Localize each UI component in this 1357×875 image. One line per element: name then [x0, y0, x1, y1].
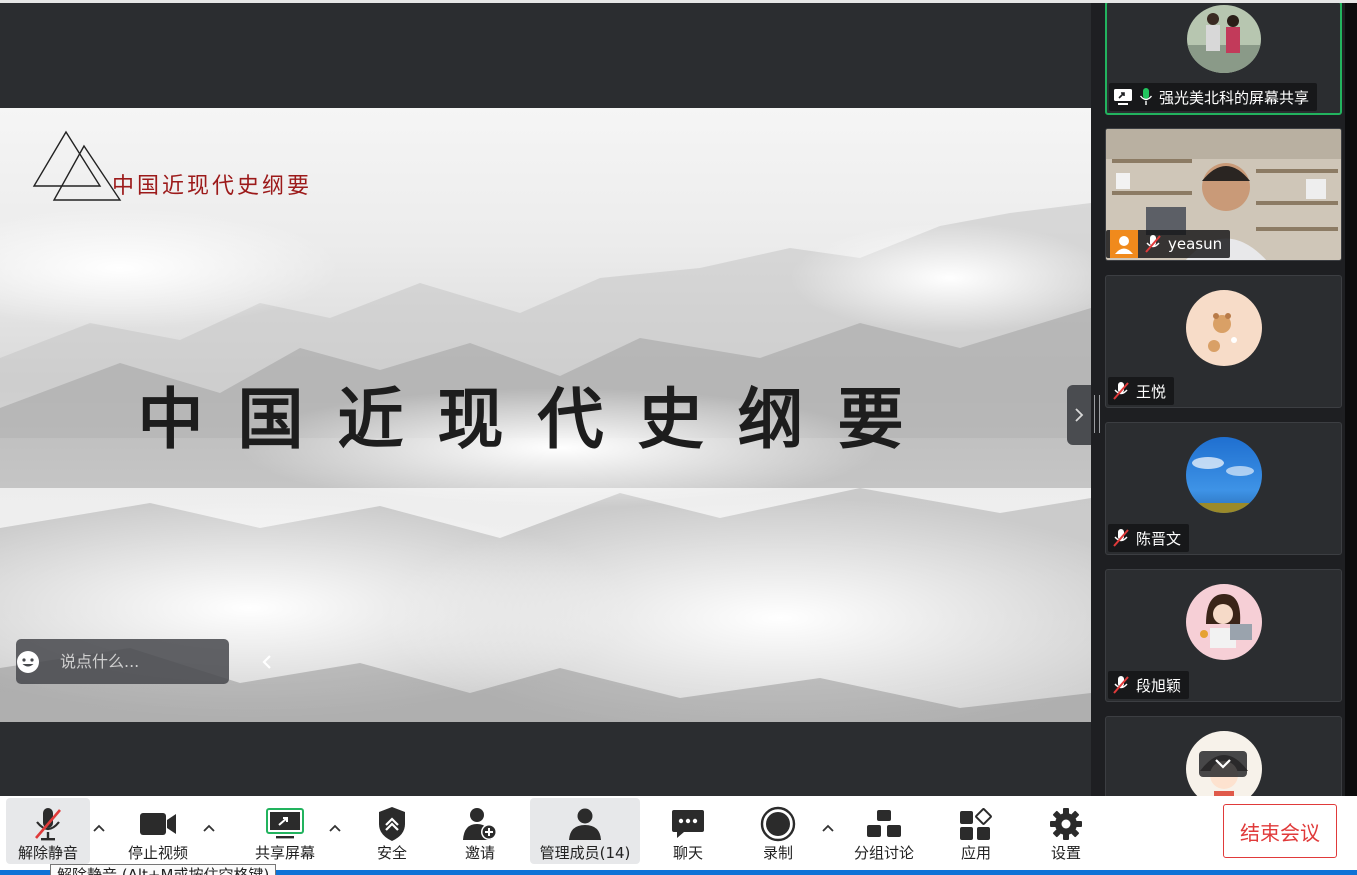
screen-share-icon	[1113, 88, 1133, 106]
participant-nameplate: 陈晋文	[1108, 524, 1190, 552]
scroll-down-button[interactable]	[1199, 751, 1247, 777]
breakout-rooms-label: 分组讨论	[853, 844, 914, 862]
share-screen-button[interactable]: 共享屏幕	[248, 798, 322, 864]
participants-panel: 强光美北科的屏幕共享 yeasun 王悦 陈晋文 段旭颖	[1091, 0, 1357, 796]
muted-microphone-icon	[1112, 381, 1130, 401]
settings-label: 设置	[1050, 844, 1081, 862]
chat-label: 聊天	[672, 844, 703, 862]
record-icon	[760, 804, 796, 844]
participant-nameplate: 强光美北科的屏幕共享	[1109, 83, 1318, 111]
muted-microphone-icon	[1112, 528, 1130, 548]
gear-icon	[1049, 804, 1083, 844]
invite-label: 邀请	[464, 844, 495, 862]
chat-input[interactable]	[40, 639, 260, 684]
participant-nameplate: 王悦	[1108, 377, 1175, 405]
share-screen-icon	[266, 804, 304, 844]
shield-icon	[377, 804, 407, 844]
apps-button[interactable]: 应用	[946, 798, 1006, 864]
microphone-icon	[1139, 87, 1153, 107]
participant-name: 王悦	[1136, 382, 1167, 401]
stop-video-label: 停止视频	[127, 844, 188, 862]
participant-tile[interactable]: 强光美北科的屏幕共享	[1105, 3, 1342, 115]
video-camera-icon	[139, 804, 177, 844]
share-screen-label: 共享屏幕	[254, 844, 315, 862]
security-button[interactable]: 安全	[362, 798, 422, 864]
share-options-caret[interactable]	[325, 818, 345, 838]
muted-microphone-icon	[1112, 675, 1130, 695]
breakout-rooms-icon	[866, 804, 902, 844]
video-options-caret[interactable]	[199, 818, 219, 838]
breakout-rooms-button[interactable]: 分组讨论	[846, 798, 922, 864]
presentation-slide: 中国近现代史纲要 中国近现代史纲要	[0, 108, 1091, 722]
participant-tile[interactable]: 段旭颖	[1105, 569, 1342, 702]
settings-button[interactable]: 设置	[1036, 798, 1096, 864]
muted-microphone-icon	[33, 804, 63, 844]
chevron-up-icon	[203, 824, 215, 832]
members-icon	[567, 804, 603, 844]
stop-video-button[interactable]: 停止视频	[118, 798, 198, 864]
security-label: 安全	[376, 844, 407, 862]
participant-tile[interactable]: 陈晋文	[1105, 422, 1342, 555]
unmute-label: 解除静音	[17, 844, 78, 862]
chat-bubble-icon	[671, 804, 705, 844]
chevron-up-icon	[329, 824, 341, 832]
participant-name: yeasun	[1168, 235, 1223, 253]
chevron-up-icon	[822, 824, 834, 832]
participant-photo	[1186, 5, 1261, 73]
chevron-right-icon	[1075, 408, 1084, 422]
panel-scrollbar[interactable]	[1345, 3, 1357, 796]
participant-avatar	[1185, 584, 1262, 660]
smiley-icon	[17, 650, 39, 673]
manage-members-button[interactable]: 管理成员(14)	[530, 798, 640, 864]
participant-name: 陈晋文	[1136, 529, 1182, 548]
slide-logo-text: 中国近现代史纲要	[112, 174, 313, 199]
apps-grid-icon	[959, 804, 993, 844]
participant-tile[interactable]: 王悦	[1105, 275, 1342, 408]
participant-name: 段旭颖	[1136, 676, 1182, 695]
participant-avatar	[1185, 437, 1262, 513]
meeting-window: 中国近现代史纲要 中国近现代史纲要 说点什么... 强光美北科的屏幕共享 yea…	[0, 0, 1357, 875]
triangle-logo-icon	[32, 130, 122, 201]
collapse-chat-button[interactable]	[260, 639, 274, 684]
unmute-tooltip: 解除静音 (Alt+M或按住空格键)	[50, 864, 277, 875]
panel-resize-handle[interactable]	[1094, 395, 1100, 433]
end-meeting-button[interactable]: 结束会议	[1223, 804, 1337, 858]
emoji-button[interactable]	[16, 639, 40, 684]
chevron-down-icon	[1215, 759, 1231, 769]
add-user-icon	[462, 804, 498, 844]
invite-button[interactable]: 邀请	[450, 798, 510, 864]
apps-label: 应用	[960, 844, 991, 862]
participant-avatar	[1185, 290, 1262, 366]
quick-chat-bar	[16, 639, 271, 684]
shared-screen-area: 中国近现代史纲要 中国近现代史纲要	[0, 0, 1091, 796]
unmute-button[interactable]: 解除静音	[6, 798, 90, 864]
audio-options-caret[interactable]	[89, 818, 109, 838]
participant-name: 强光美北科的屏幕共享	[1159, 88, 1310, 107]
collapse-panel-button[interactable]	[1067, 385, 1091, 445]
host-user-icon	[1110, 230, 1138, 258]
muted-microphone-icon	[1144, 234, 1162, 254]
manage-members-label: 管理成员(14)	[539, 844, 631, 862]
record-label: 录制	[762, 844, 793, 862]
record-button[interactable]: 录制	[748, 798, 808, 864]
chat-button[interactable]: 聊天	[658, 798, 718, 864]
chevron-left-icon	[262, 654, 271, 669]
chevron-up-icon	[93, 824, 105, 832]
participant-nameplate: 段旭颖	[1108, 671, 1190, 699]
participant-nameplate: yeasun	[1106, 230, 1231, 258]
slide-title: 中国近现代史纲要	[137, 380, 938, 458]
participant-tile[interactable]: yeasun	[1105, 128, 1342, 261]
record-options-caret[interactable]	[818, 818, 838, 838]
